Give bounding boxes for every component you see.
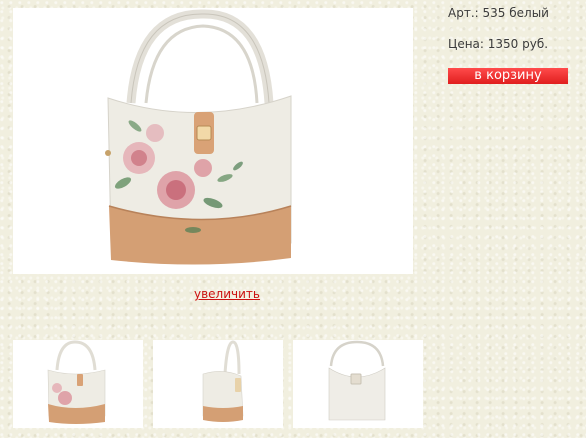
add-to-cart-button[interactable]: в корзину bbox=[448, 68, 568, 84]
price-value: 1350 руб. bbox=[487, 37, 549, 51]
article-number: Арт.: 535 белый bbox=[448, 6, 549, 20]
thumbnail-front[interactable] bbox=[13, 340, 143, 428]
thumbnail-side[interactable] bbox=[153, 340, 283, 428]
price: Цена: 1350 руб. bbox=[448, 37, 548, 51]
article-value: 535 белый bbox=[482, 6, 549, 20]
price-label: Цена: bbox=[448, 37, 484, 51]
article-label: Арт.: bbox=[448, 6, 479, 20]
main-product-image bbox=[13, 8, 413, 274]
thumbnail-back[interactable] bbox=[293, 340, 423, 428]
zoom-link[interactable]: увеличить bbox=[194, 287, 260, 301]
